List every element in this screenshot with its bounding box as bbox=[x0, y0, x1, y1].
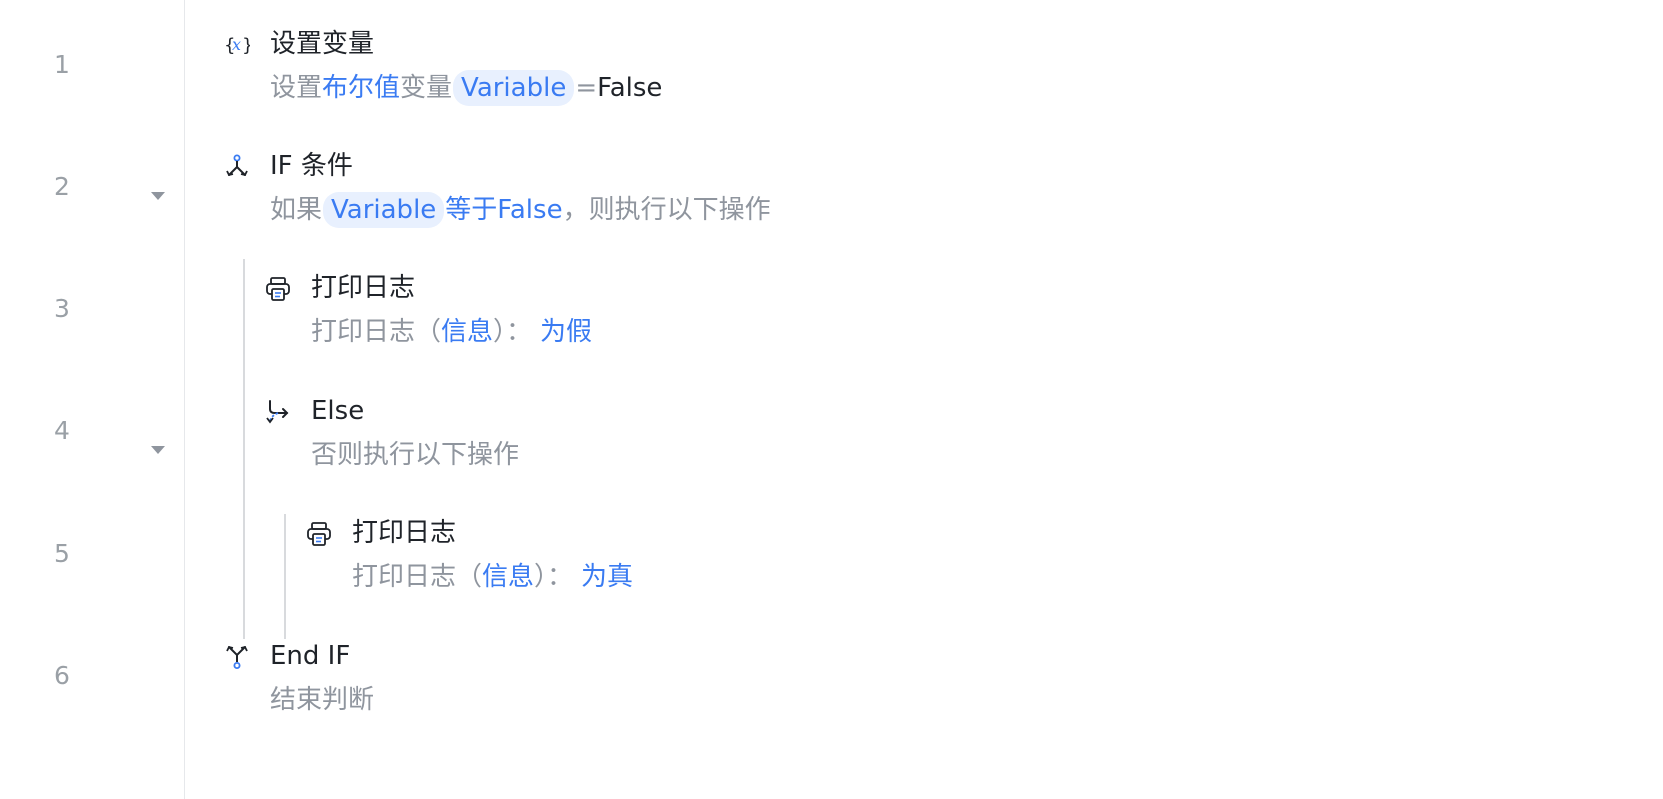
step-description: 否则执行以下操作 bbox=[311, 440, 520, 470]
svg-text:}: } bbox=[242, 35, 250, 56]
line-number: 2 bbox=[54, 172, 70, 201]
step-description: 结束判断 bbox=[270, 685, 375, 715]
if-branch-icon bbox=[226, 154, 248, 177]
step-title: 设置变量 bbox=[270, 29, 375, 59]
step-description: 如果 Variable 等于False，则执行以下操作 bbox=[270, 190, 771, 230]
indent-guide bbox=[243, 259, 245, 639]
indent-guide bbox=[284, 514, 286, 639]
line-number: 1 bbox=[54, 50, 70, 79]
line-number: 5 bbox=[54, 539, 70, 568]
variable-chip[interactable]: Variable bbox=[323, 192, 445, 228]
else-branch-icon bbox=[266, 400, 289, 424]
variable-icon: { x } bbox=[224, 35, 250, 56]
svg-text:x: x bbox=[232, 35, 241, 54]
collapse-toggle-icon[interactable] bbox=[151, 446, 165, 454]
line-number: 6 bbox=[54, 661, 70, 690]
step-description: 打印日志（信息）： 为假 bbox=[311, 317, 593, 347]
step-title: End IF bbox=[270, 641, 351, 671]
line-number: 4 bbox=[54, 416, 70, 445]
line-number-gutter: 1 2 3 4 5 6 bbox=[0, 0, 185, 799]
step-title: 打印日志 bbox=[352, 518, 457, 548]
step-description: 设置布尔值变量 Variable =False bbox=[270, 68, 662, 108]
step-description: 打印日志（信息）： 为真 bbox=[352, 562, 634, 592]
end-if-icon bbox=[226, 645, 248, 669]
step-title: 打印日志 bbox=[311, 273, 416, 303]
print-icon bbox=[266, 277, 290, 301]
line-number: 3 bbox=[54, 294, 70, 323]
collapse-toggle-icon[interactable] bbox=[151, 192, 165, 200]
step-title: IF 条件 bbox=[270, 151, 353, 181]
print-icon bbox=[307, 522, 331, 546]
variable-chip[interactable]: Variable bbox=[453, 70, 575, 106]
step-title: Else bbox=[311, 396, 365, 426]
